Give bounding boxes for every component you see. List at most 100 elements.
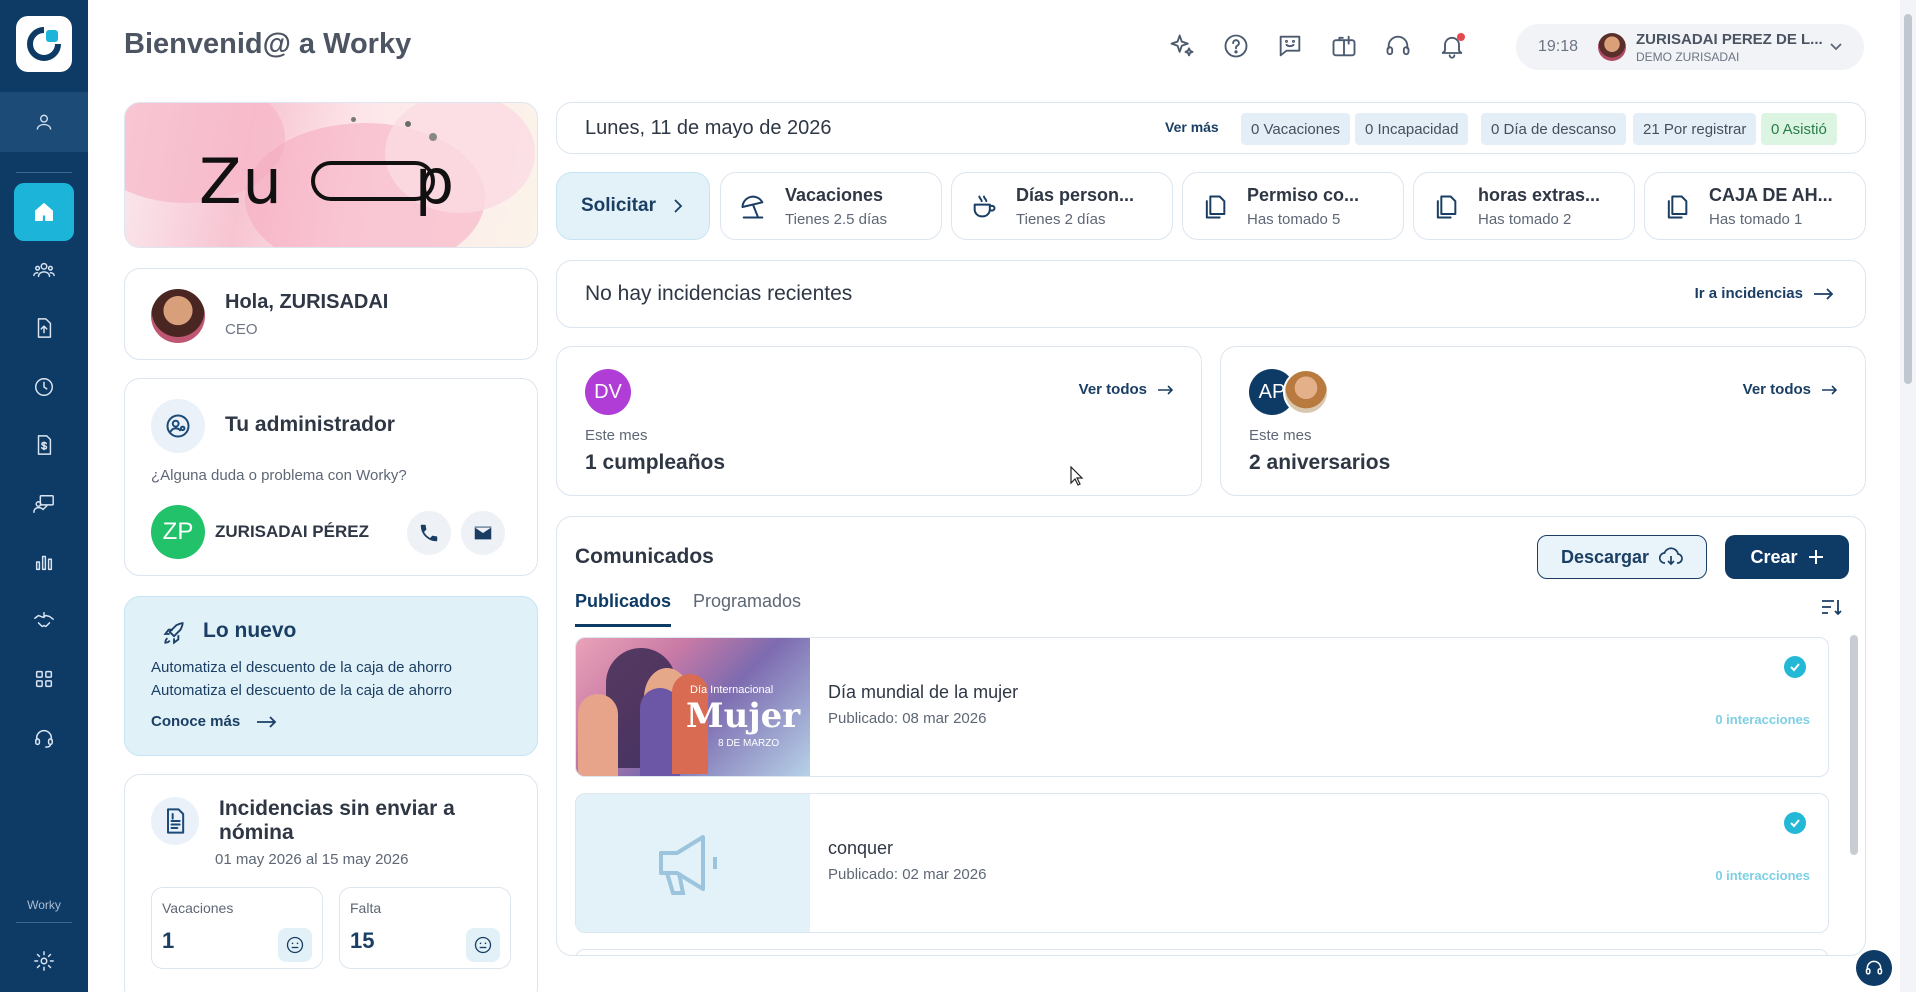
conoce-mas-link[interactable]: Conoce más [151, 713, 278, 730]
request-caja-ahorro[interactable]: CAJA DE AH... Has tomado 1 [1644, 172, 1866, 240]
user-menu[interactable]: 19:18 ZURISADAI PEREZ DE L... DEMO ZURIS… [1516, 24, 1864, 70]
ai-assistant-button[interactable] [1166, 30, 1198, 62]
greeting-name: Hola, ZURISADAI [225, 291, 389, 313]
sidebar-item-benefits[interactable] [14, 592, 74, 650]
admin-question: ¿Alguna duda o problema con Worky? [151, 467, 407, 484]
plus-icon [1808, 550, 1823, 564]
support-chat-button[interactable] [1856, 950, 1892, 986]
email-admin-button[interactable] [461, 511, 505, 555]
worky-logo-icon [27, 27, 61, 61]
admin-avatar: ZP [151, 505, 205, 559]
create-button[interactable]: Crear [1725, 535, 1849, 579]
post-interactions[interactable]: 0 interacciones [1715, 868, 1810, 883]
sidebar-item-support[interactable] [14, 709, 74, 767]
post-card[interactable]: conquer Publicado: 02 mar 2026 0 interac… [575, 793, 1829, 933]
incidencia-vacaciones[interactable]: Vacaciones 1 [151, 887, 323, 969]
admin-support-icon [166, 414, 190, 438]
user-info: ZURISADAI PEREZ DE L... DEMO ZURISADAI [1636, 31, 1823, 64]
request-title: Vacaciones [785, 185, 884, 205]
cumpleanos-period: Este mes [585, 427, 648, 444]
incidencia-falta[interactable]: Falta 15 [339, 887, 511, 969]
incidencias-nomina-card: Incidencias sin enviar a nómina 01 may 2… [124, 774, 538, 992]
sort-icon[interactable] [1819, 595, 1843, 619]
stat-dia-descanso[interactable]: 0 Día de descanso [1481, 113, 1627, 145]
incidencia-value: 1 [162, 928, 175, 953]
notifications-button[interactable] [1436, 30, 1468, 62]
post-interactions[interactable]: 0 interacciones [1715, 712, 1810, 727]
arrow-right-icon [1814, 287, 1834, 300]
gift-button[interactable] [1328, 30, 1360, 62]
post-card[interactable]: Día Internacional Mujer 8 DE MARZO Día m… [575, 637, 1829, 777]
solicitar-button[interactable]: Solicitar [556, 172, 710, 240]
sidebar-item-documents[interactable] [14, 299, 74, 357]
request-subtitle: Has tomado 1 [1709, 211, 1803, 228]
aniversarios-card: AP Ver todos Este mes 2 aniversarios [1220, 346, 1866, 496]
cloud-download-icon [1659, 547, 1683, 566]
avatar [1283, 369, 1329, 415]
request-vacaciones[interactable]: Vacaciones Tienes 2.5 días [720, 172, 942, 240]
incidencias-nomina-title: Incidencias sin enviar a nómina [219, 797, 455, 844]
sidebar-item-reports[interactable] [14, 533, 74, 591]
post-image-caption: Mujer [686, 696, 801, 736]
conoce-mas-label: Conoce más [151, 713, 241, 730]
ver-todos-cumpleanos-link[interactable]: Ver todos [1079, 381, 1175, 398]
incidencias-nomina-range: 01 may 2026 al 15 may 2026 [215, 851, 409, 868]
tab-programados[interactable]: Programados [693, 591, 801, 624]
ir-incidencias-link[interactable]: Ir a incidencias [1695, 285, 1835, 302]
request-title: Días person... [1016, 185, 1135, 205]
sidebar-item-home[interactable] [14, 183, 74, 241]
ver-todos-label: Ver todos [1078, 381, 1147, 398]
call-admin-button[interactable] [407, 511, 451, 555]
sidebar-item-training[interactable] [14, 475, 74, 533]
request-title: Permiso co... [1247, 185, 1360, 205]
today-date: Lunes, 11 de mayo de 2026 [585, 117, 832, 139]
stat-por-registrar[interactable]: 21 Por registrar [1633, 113, 1757, 145]
page-scrollbar[interactable] [1900, 0, 1916, 992]
download-button[interactable]: Descargar [1537, 535, 1707, 579]
ver-todos-aniversarios-link[interactable]: Ver todos [1743, 381, 1839, 398]
request-dias-personales[interactable]: Días person... Tienes 2 días [951, 172, 1173, 240]
aniversarios-count: 2 aniversarios [1249, 451, 1391, 474]
megaphone-icon [659, 835, 717, 895]
stat-vacaciones[interactable]: 0 Vacaciones [1241, 113, 1350, 145]
cumpleanos-count: 1 cumpleaños [585, 451, 726, 474]
post-image: Día Internacional Mujer 8 DE MARZO [576, 638, 810, 776]
stat-incapacidad[interactable]: 0 Incapacidad [1355, 113, 1469, 145]
post-card[interactable] [575, 949, 1829, 955]
support-button[interactable] [1382, 30, 1414, 62]
help-button[interactable] [1220, 30, 1252, 62]
clock-time: 19:18 [1538, 38, 1579, 55]
request-title: horas extras... [1478, 185, 1601, 205]
post-title: conquer [828, 838, 894, 858]
comunicados-scrollbar[interactable] [1850, 635, 1858, 855]
sidebar-item-people[interactable] [14, 241, 74, 299]
sidebar-profile[interactable] [0, 92, 88, 152]
request-horas-extras[interactable]: horas extras... Has tomado 2 [1413, 172, 1635, 240]
feedback-button[interactable] [1274, 30, 1306, 62]
tab-publicados[interactable]: Publicados [575, 591, 672, 627]
sidebar-item-payroll[interactable] [14, 416, 74, 474]
avatar [1598, 33, 1626, 61]
money-document-icon [37, 435, 52, 455]
umbrella-icon [741, 195, 764, 219]
user-name: ZURISADAI PEREZ DE L... [1636, 30, 1823, 48]
headset-icon [1386, 35, 1410, 56]
ver-mas-link[interactable]: Ver más [1165, 119, 1219, 135]
request-permiso[interactable]: Permiso co... Has tomado 5 [1182, 172, 1404, 240]
grid-icon [35, 670, 53, 688]
sidebar-item-settings[interactable] [14, 932, 74, 990]
stat-asistio[interactable]: 0 Asistió [1761, 113, 1837, 145]
worky-logo[interactable] [16, 16, 72, 72]
post-image [576, 794, 810, 932]
scrollbar-thumb[interactable] [1904, 14, 1912, 384]
mail-icon [474, 526, 492, 540]
sidebar-item-time[interactable] [14, 358, 74, 416]
sidebar-footer-label: Worky [27, 898, 61, 912]
document-upload-icon [37, 318, 52, 338]
lo-nuevo-line: Automatiza el descuento de la caja de ah… [151, 659, 453, 676]
sidebar-item-apps[interactable] [14, 650, 74, 708]
copy-icon [1667, 195, 1688, 219]
lo-nuevo-card: Lo nuevo Automatiza el descuento de la c… [124, 596, 538, 756]
rocket-icon [163, 622, 184, 645]
phone-icon [420, 524, 438, 542]
